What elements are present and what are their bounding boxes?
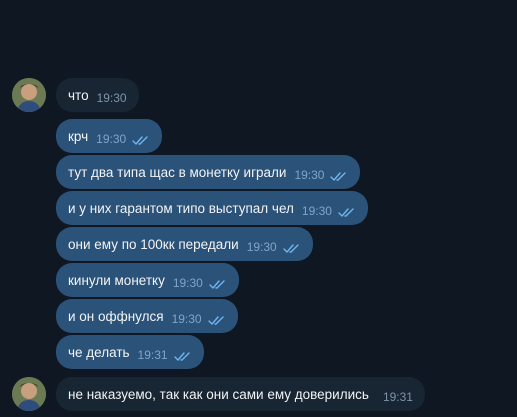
message-time: 19:31 xyxy=(382,390,413,404)
message-bubble-outgoing[interactable]: тут два типа щас в монетку играли 19:30 xyxy=(56,155,361,189)
message-text: тут два типа щас в монетку играли xyxy=(68,164,287,180)
message-text: и у них гарантом типо выступал чел xyxy=(68,200,294,216)
chat-history: что 19:30 крч 19:30 тут два типа щас в м… xyxy=(0,0,517,417)
message-time: 19:30 xyxy=(96,91,127,105)
user-avatar[interactable] xyxy=(12,78,46,112)
double-check-icon xyxy=(173,350,192,361)
message-bubble-outgoing[interactable]: и он оффнулся 19:30 xyxy=(56,299,238,333)
message-time: 19:30 xyxy=(301,204,332,218)
message-time: 19:31 xyxy=(137,348,168,362)
message-bubble-incoming[interactable]: не наказуемо, так как они сами ему довер… xyxy=(56,377,425,411)
double-check-icon xyxy=(132,134,150,145)
message-bubble-outgoing[interactable]: крч 19:30 xyxy=(56,119,163,153)
message-time: 19:30 xyxy=(171,312,202,326)
message-bubble-outgoing[interactable]: и у них гарантом типо выступал чел 19:30 xyxy=(56,191,368,225)
message-time: 19:30 xyxy=(294,168,325,182)
double-check-icon xyxy=(207,314,226,325)
double-check-icon xyxy=(330,170,348,181)
double-check-icon xyxy=(209,278,227,289)
avatar-photo-icon xyxy=(12,377,46,411)
user-avatar[interactable] xyxy=(12,377,46,411)
message-bubble-outgoing[interactable]: кинули монетку 19:30 xyxy=(56,263,239,297)
double-check-icon xyxy=(338,206,356,217)
double-check-icon xyxy=(283,242,301,253)
message-time: 19:30 xyxy=(172,276,203,290)
message-text: что xyxy=(68,87,89,103)
message-bubble-incoming[interactable]: что 19:30 xyxy=(56,78,139,112)
message-text: и он оффнулся xyxy=(68,308,164,324)
message-time: 19:30 xyxy=(246,240,277,254)
message-bubble-outgoing[interactable]: че делать 19:31 xyxy=(56,335,204,369)
message-text: они ему по 100кк передали xyxy=(68,236,239,252)
message-text: крч xyxy=(68,128,89,144)
message-time: 19:30 xyxy=(96,132,127,146)
message-text: не наказуемо, так как они сами ему довер… xyxy=(68,386,369,402)
message-bubble-outgoing[interactable]: они ему по 100кк передали 19:30 xyxy=(56,227,313,261)
message-text: кинули монетку xyxy=(68,272,165,288)
avatar-photo-icon xyxy=(12,78,46,112)
message-text: че делать xyxy=(68,344,130,360)
